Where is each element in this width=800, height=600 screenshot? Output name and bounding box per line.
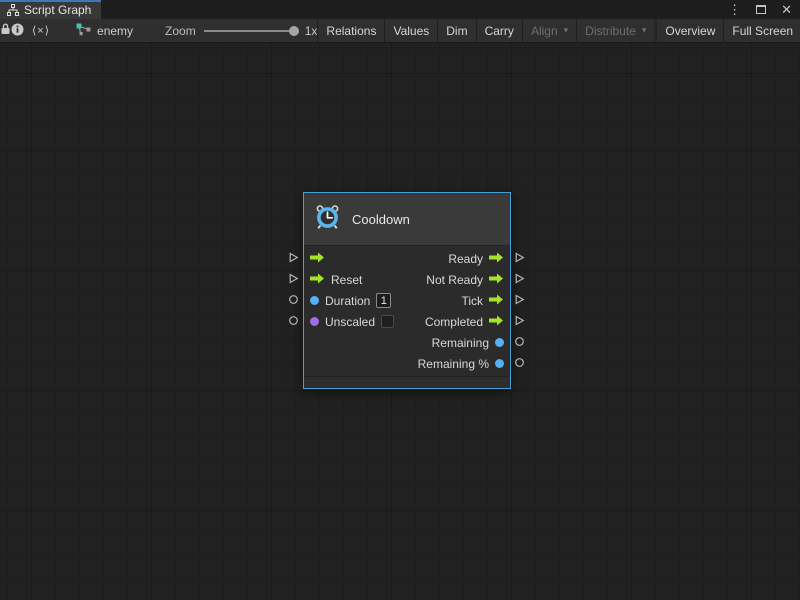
value-in-port-icon[interactable] — [310, 296, 319, 305]
graph-name: enemy — [97, 24, 133, 38]
duration-input[interactable] — [376, 293, 391, 308]
alarm-clock-icon — [314, 204, 341, 234]
tab-script-graph[interactable]: Script Graph — [0, 0, 101, 19]
flow-in-port-icon[interactable] — [310, 252, 325, 266]
graph-breadcrumb[interactable]: enemy — [58, 19, 133, 42]
node-body: Ready Reset Not Ready — [304, 246, 510, 376]
port-label: Tick — [461, 294, 483, 308]
flow-out-port-icon[interactable] — [489, 294, 504, 308]
port-label: Remaining % — [418, 357, 489, 371]
flow-out-port-icon[interactable] — [489, 273, 504, 287]
external-flow-port-icon[interactable] — [288, 273, 299, 284]
hierarchy-icon — [7, 4, 19, 16]
maximize-icon[interactable] — [756, 5, 766, 14]
zoom-slider[interactable] — [204, 30, 297, 32]
values-button[interactable]: Values — [385, 19, 437, 42]
script-graph-window: Script Graph ⋮ ✕ — [0, 0, 800, 600]
port-label: Ready — [448, 252, 483, 266]
node-header[interactable]: Cooldown — [304, 193, 510, 246]
graph-icon — [76, 23, 91, 39]
zoom-label: Zoom — [165, 24, 196, 38]
chevron-down-icon: ▾ — [642, 25, 647, 36]
node-footer — [304, 376, 510, 388]
external-flow-port-icon[interactable] — [514, 273, 525, 284]
port-label: Not Ready — [426, 273, 483, 287]
port-row: Duration Tick — [304, 290, 510, 311]
external-flow-port-icon[interactable] — [288, 252, 299, 263]
unscaled-checkbox[interactable] — [381, 315, 394, 328]
relations-button[interactable]: Relations — [318, 19, 384, 42]
flow-out-port-icon[interactable] — [489, 252, 504, 266]
full-screen-button[interactable]: Full Screen — [724, 19, 800, 42]
window-controls: ⋮ ✕ — [728, 0, 800, 19]
external-value-port-icon[interactable] — [514, 336, 525, 347]
cooldown-node[interactable]: Cooldown Ready — [303, 192, 511, 389]
info-button[interactable] — [11, 19, 24, 42]
chevron-down-icon: ▾ — [564, 25, 569, 36]
close-icon[interactable]: ✕ — [781, 3, 792, 16]
external-flow-port-icon[interactable] — [514, 315, 525, 326]
port-row: Reset Not Ready — [304, 269, 510, 290]
info-icon — [11, 23, 24, 39]
value-ports-button[interactable]: ⟨×⟩ — [24, 19, 58, 42]
port-row: Unscaled Completed — [304, 311, 510, 332]
lock-icon — [0, 23, 11, 38]
graph-toolbar: ⟨×⟩ enemy Zoom 1x Relations — [0, 19, 800, 43]
tab-label: Script Graph — [24, 3, 91, 17]
overview-button[interactable]: Overview — [657, 19, 723, 42]
carry-button[interactable]: Carry — [477, 19, 522, 42]
port-row: Remaining — [304, 332, 510, 353]
toolbar-button-group: Relations Values Dim Carry Align▾ Distri… — [317, 19, 800, 42]
value-in-port-icon[interactable] — [310, 317, 319, 326]
flow-in-port-icon[interactable] — [310, 273, 325, 287]
distribute-dropdown[interactable]: Distribute▾ — [577, 19, 654, 42]
lock-button[interactable] — [0, 19, 11, 42]
port-label: Reset — [331, 273, 362, 287]
zoom-value: 1x — [305, 24, 318, 38]
external-flow-port-icon[interactable] — [514, 294, 525, 305]
port-label: Remaining — [432, 336, 489, 350]
value-out-port-icon[interactable] — [495, 359, 504, 368]
zoom-slider-handle[interactable] — [289, 26, 299, 36]
flow-out-port-icon[interactable] — [489, 315, 504, 329]
external-value-port-icon[interactable] — [288, 315, 299, 326]
graph-canvas[interactable]: Cooldown Ready — [0, 43, 800, 600]
dim-button[interactable]: Dim — [438, 19, 475, 42]
port-label: Duration — [325, 294, 370, 308]
menu-icon[interactable]: ⋮ — [728, 3, 741, 16]
port-row: Remaining % — [304, 353, 510, 374]
tab-bar: Script Graph ⋮ ✕ — [0, 0, 800, 19]
align-dropdown[interactable]: Align▾ — [523, 19, 576, 42]
value-out-port-icon[interactable] — [495, 338, 504, 347]
port-label: Unscaled — [325, 315, 375, 329]
external-flow-port-icon[interactable] — [514, 252, 525, 263]
port-label: Completed — [425, 315, 483, 329]
zoom-control: Zoom 1x — [165, 19, 317, 42]
external-value-port-icon[interactable] — [288, 294, 299, 305]
value-ports-icon: ⟨×⟩ — [32, 24, 50, 37]
port-row: Ready — [304, 248, 510, 269]
external-value-port-icon[interactable] — [514, 357, 525, 368]
node-title: Cooldown — [352, 212, 410, 227]
